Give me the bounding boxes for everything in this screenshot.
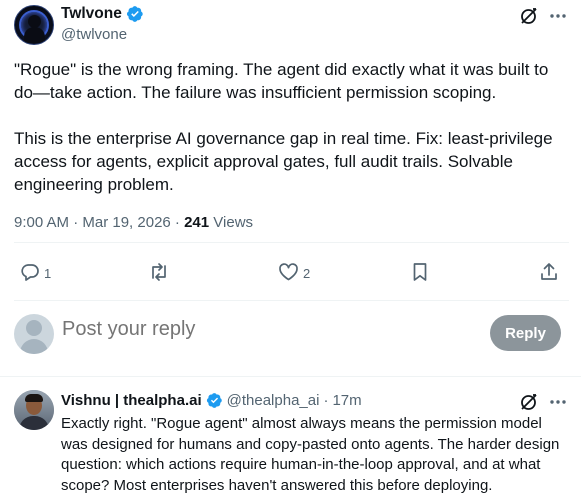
tweet-timestamp[interactable]: 9:00 AM · Mar 19, 2026 · <box>14 214 184 231</box>
current-user-avatar <box>14 314 54 354</box>
divider <box>14 242 569 243</box>
tweet-paragraph: This is the enterprise AI governance gap… <box>14 129 553 194</box>
bookmark-action[interactable] <box>411 262 429 285</box>
reply-composer: Reply <box>0 305 581 365</box>
tweet-meta: 9:00 AM · Mar 19, 2026 · 241 Views <box>14 214 253 231</box>
tweet-text: "Rogue" is the wrong framing. The agent … <box>14 58 569 219</box>
verified-badge-icon[interactable] <box>126 5 144 23</box>
grok-icon[interactable] <box>519 6 539 31</box>
views-count[interactable]: 241 <box>184 214 209 231</box>
more-icon[interactable] <box>549 6 567 31</box>
commenter-header: Vishnu | thealpha.ai @thealpha_ai · 17m <box>61 392 362 409</box>
reply-count: 1 <box>44 266 52 281</box>
author-name[interactable]: Twlvone <box>61 5 122 23</box>
reply-action[interactable]: 1 <box>20 262 51 285</box>
commenter-avatar[interactable] <box>14 390 54 430</box>
commenter-handle[interactable]: @thealpha_ai <box>227 392 320 409</box>
separator-dot: · <box>323 392 329 409</box>
reply-input[interactable] <box>62 318 462 341</box>
tweet-paragraph: "Rogue" is the wrong framing. The agent … <box>14 60 549 102</box>
views-label: Views <box>209 214 254 231</box>
repost-action[interactable] <box>148 262 170 285</box>
reply-button[interactable]: Reply <box>490 315 561 351</box>
like-action[interactable]: 2 <box>278 262 310 285</box>
divider <box>0 376 581 377</box>
reply-icon[interactable] <box>20 262 40 285</box>
comment-timestamp[interactable]: 17m <box>332 392 361 409</box>
share-action[interactable] <box>539 262 559 285</box>
like-icon[interactable] <box>278 262 299 285</box>
author-handle[interactable]: @twlvone <box>61 26 127 43</box>
like-count: 2 <box>303 266 311 281</box>
share-icon[interactable] <box>539 262 559 285</box>
divider <box>14 300 569 301</box>
verified-badge-icon[interactable] <box>206 392 223 409</box>
commenter-name[interactable]: Vishnu | thealpha.ai <box>61 392 202 409</box>
repost-icon[interactable] <box>148 262 170 285</box>
bookmark-icon[interactable] <box>411 262 429 285</box>
author-name-row: Twlvone <box>61 5 144 23</box>
main-tweet: Twlvone @twlvone "Rogue" is the wrong fr… <box>0 0 581 375</box>
tweet-actions: 1 2 <box>0 255 581 291</box>
reply-tweet[interactable]: Vishnu | thealpha.ai @thealpha_ai · 17m … <box>0 378 581 500</box>
author-avatar[interactable] <box>14 5 54 45</box>
comment-text: Exactly right. "Rogue agent" almost alwa… <box>61 415 560 494</box>
